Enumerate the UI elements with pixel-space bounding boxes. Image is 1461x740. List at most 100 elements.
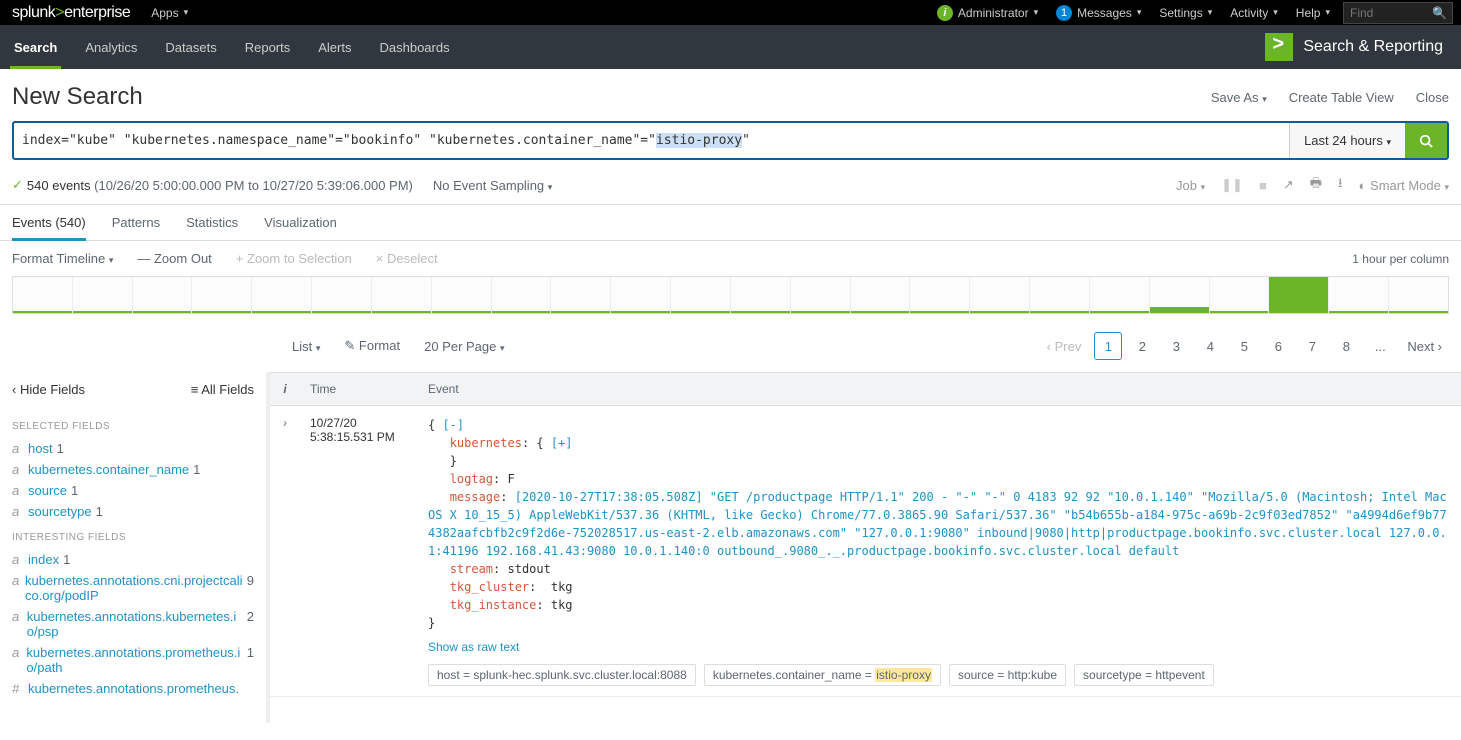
tab-visualization[interactable]: Visualization [264,215,337,240]
zoom-to-selection-button[interactable]: + Zoom to Selection [236,251,352,266]
timeline-bar[interactable] [1269,277,1329,313]
timeline-bar[interactable] [133,277,193,313]
timeline-bar[interactable] [1090,277,1150,313]
event-json[interactable]: { [-] kubernetes: { [+] } logtag: F mess… [428,416,1451,632]
timeline-bar[interactable] [611,277,671,313]
hide-fields-button[interactable]: ‹ Hide Fields [12,382,85,397]
field-item[interactable]: akubernetes.annotations.cni.projectcalic… [12,570,254,606]
event-tag[interactable]: source = http:kube [949,664,1066,686]
timeline-bar[interactable] [1150,277,1210,313]
search-button[interactable] [1405,123,1447,158]
apps-menu[interactable]: Apps▾ [142,0,197,25]
timeline-bar[interactable] [791,277,851,313]
nav-alerts[interactable]: Alerts [304,25,365,69]
tab-patterns[interactable]: Patterns [112,215,160,240]
timeline-bar[interactable] [492,277,552,313]
event-sampling-menu[interactable]: No Event Sampling ▾ [433,178,552,193]
next-page-button[interactable]: Next › [1400,332,1449,360]
field-item[interactable]: asourcetype 1 [12,501,254,522]
field-name[interactable]: kubernetes.container_name [28,462,189,477]
field-item[interactable]: ahost 1 [12,438,254,459]
per-page-menu[interactable]: 20 Per Page ▾ [424,339,504,354]
prev-page-button[interactable]: ‹ Prev [1040,332,1089,360]
activity-menu[interactable]: Activity▾ [1221,0,1287,25]
field-item[interactable]: akubernetes.annotations.kubernetes.io/ps… [12,606,254,642]
timeline-bar[interactable] [312,277,372,313]
create-table-view-button[interactable]: Create Table View [1289,90,1394,105]
timeline-bar[interactable] [13,277,73,313]
help-menu[interactable]: Help▾ [1287,0,1339,25]
admin-menu[interactable]: iAdministrator▾ [928,0,1047,25]
timeline-bar[interactable] [671,277,731,313]
field-name[interactable]: kubernetes.annotations.cni.projectcalico… [25,573,243,603]
share-icon[interactable]: ↗ [1283,177,1294,193]
timeline-bar[interactable] [432,277,492,313]
field-item[interactable]: #kubernetes.annotations.prometheus. [12,678,254,699]
smart-mode-menu[interactable]: ◐ Smart Mode ▾ [1359,178,1449,193]
field-name[interactable]: kubernetes.annotations.prometheus.io/pat… [26,645,242,675]
nav-dashboards[interactable]: Dashboards [365,25,463,69]
timeline-bar[interactable] [851,277,911,313]
expand-event-button[interactable]: › [283,416,287,430]
field-name[interactable]: host [28,441,53,456]
all-fields-button[interactable]: ≡ All Fields [191,382,254,397]
show-raw-button[interactable]: Show as raw text [428,640,519,654]
timeline-bar[interactable] [1389,277,1448,313]
field-name[interactable]: sourcetype [28,504,92,519]
print-icon[interactable]: 🖶 [1310,174,1322,196]
timeline-bar[interactable] [970,277,1030,313]
timeline-bar[interactable] [73,277,133,313]
nav-reports[interactable]: Reports [231,25,305,69]
field-item[interactable]: aindex 1 [12,549,254,570]
stop-icon[interactable]: ■ [1259,178,1267,193]
tab-events-[interactable]: Events (540) [12,215,86,240]
settings-menu[interactable]: Settings▾ [1150,0,1221,25]
nav-search[interactable]: Search [0,25,71,69]
timeline-bar[interactable] [1030,277,1090,313]
nav-analytics[interactable]: Analytics [71,25,151,69]
page-4[interactable]: 4 [1196,332,1224,360]
field-name[interactable]: source [28,483,67,498]
zoom-out-button[interactable]: — Zoom Out [137,251,211,266]
field-item[interactable]: asource 1 [12,480,254,501]
messages-menu[interactable]: 1Messages▾ [1047,0,1150,25]
event-tag[interactable]: sourcetype = httpevent [1074,664,1214,686]
page-6[interactable]: 6 [1264,332,1292,360]
time-column-header[interactable]: Time [300,373,418,405]
timeline-bar[interactable] [731,277,791,313]
event-tag[interactable]: host = splunk-hec.splunk.svc.cluster.loc… [428,664,696,686]
export-icon[interactable]: ⭳ [1338,174,1343,196]
field-name[interactable]: index [28,552,59,567]
format-timeline-menu[interactable]: Format Timeline ▾ [12,251,113,266]
timeline-bar[interactable] [551,277,611,313]
page-5[interactable]: 5 [1230,332,1258,360]
close-button[interactable]: Close [1416,90,1449,105]
deselect-button[interactable]: × Deselect [376,251,438,266]
timeline-bar[interactable] [252,277,312,313]
field-name[interactable]: kubernetes.annotations.kubernetes.io/psp [27,609,243,639]
page-ellipsis[interactable]: ... [1366,332,1394,360]
timeline-bar[interactable] [910,277,970,313]
page-7[interactable]: 7 [1298,332,1326,360]
timeline-bar[interactable] [1210,277,1270,313]
tab-statistics[interactable]: Statistics [186,215,238,240]
field-name[interactable]: kubernetes.annotations.prometheus. [28,681,239,696]
event-tag[interactable]: kubernetes.container_name = istio-proxy [704,664,941,686]
format-events-button[interactable]: ✎ Format [344,338,400,354]
page-2[interactable]: 2 [1128,332,1156,360]
event-timeline-chart[interactable] [12,276,1449,314]
field-item[interactable]: akubernetes.container_name 1 [12,459,254,480]
pause-icon[interactable]: ❚❚ [1221,177,1243,193]
save-as-button[interactable]: Save As ▾ [1211,90,1267,105]
timeline-bar[interactable] [1329,277,1389,313]
timeline-bar[interactable] [372,277,432,313]
field-item[interactable]: akubernetes.annotations.prometheus.io/pa… [12,642,254,678]
time-range-picker[interactable]: Last 24 hours ▾ [1289,123,1405,158]
search-input[interactable]: index="kube" "kubernetes.namespace_name"… [14,123,1289,158]
timeline-bar[interactable] [192,277,252,313]
page-1[interactable]: 1 [1094,332,1122,360]
page-3[interactable]: 3 [1162,332,1190,360]
list-view-menu[interactable]: List ▾ [292,339,320,354]
nav-datasets[interactable]: Datasets [151,25,230,69]
job-menu[interactable]: Job ▾ [1176,178,1205,193]
